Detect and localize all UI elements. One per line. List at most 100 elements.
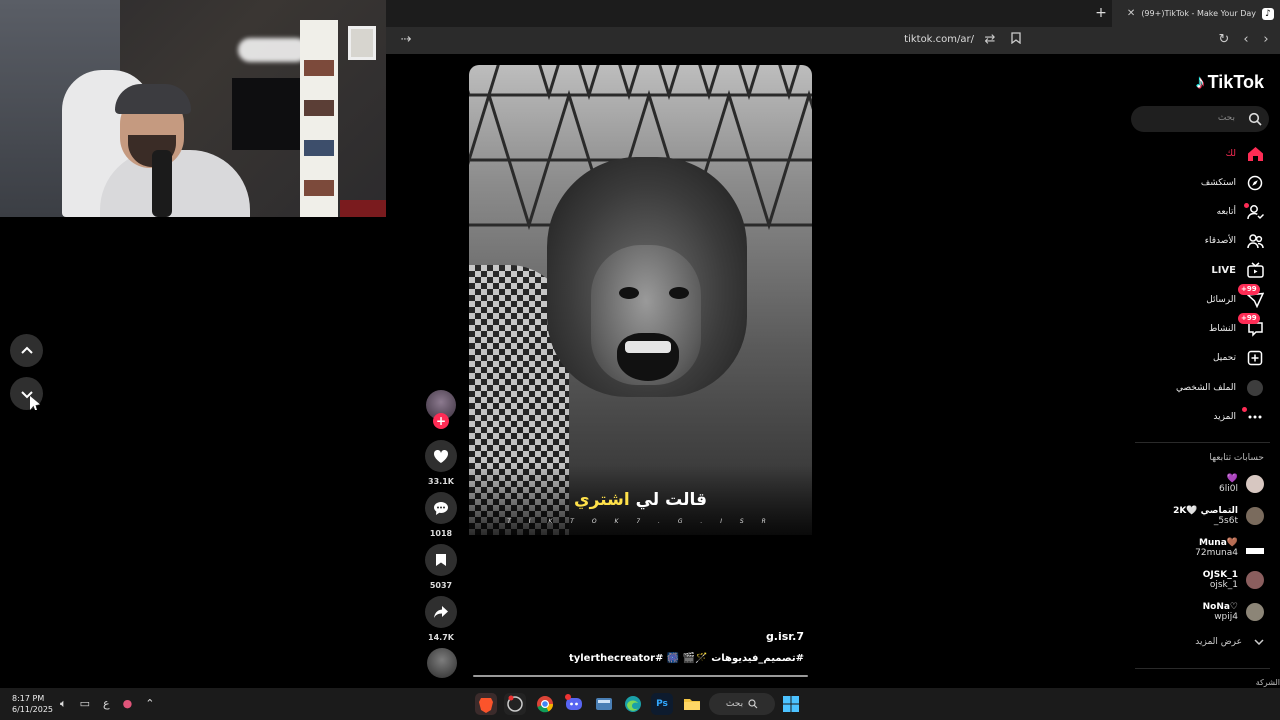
tiktok-favicon-icon: ♪ [1262,7,1274,20]
webcam-person-cap [115,84,191,114]
nav-upload[interactable]: تحميل [1213,348,1264,368]
search-input[interactable]: بحث [1131,106,1269,132]
display-icon[interactable]: ▭ [80,697,90,711]
system-clock[interactable]: 8:17 PM 6/11/2025 [12,693,53,715]
tray-overflow-chevron-up-icon[interactable]: ⌃ [145,697,154,711]
task-view-icon[interactable] [593,693,615,715]
reload-icon[interactable]: ↻ [1216,32,1232,48]
webcam-monitor [232,78,302,150]
follow-plus-icon[interactable]: + [433,413,449,429]
discord-app-icon[interactable] [563,693,585,715]
home-icon [1246,145,1264,163]
account-avatar [1246,548,1264,554]
messages-badge: +99 [1238,284,1260,295]
video-caption: قالت لي اشتري [469,490,812,510]
nav-friends[interactable]: الأصدقاء [1205,231,1264,251]
comment-button[interactable] [425,492,457,524]
like-count: 33.1K [428,477,454,486]
next-video-button[interactable] [10,377,43,410]
friends-icon [1246,232,1264,250]
share-count: 14.7K [428,633,454,642]
account-name: Muna🤎 [1198,538,1238,548]
nav-live[interactable]: LIVE [1211,260,1264,280]
volume-icon[interactable]: 🔈︎ [60,697,67,711]
chrome-app-icon[interactable] [534,693,556,715]
account-name: OJSK_1 [1202,570,1238,580]
followed-account[interactable]: 2K🤍 التماصي _5s6t [1173,506,1264,526]
forward-icon[interactable]: › [1258,32,1274,48]
microphone-icon[interactable]: ● [123,697,133,711]
search-icon[interactable] [1248,112,1262,126]
tiktok-note-icon: ♪ [1195,72,1205,92]
heart-icon [433,449,449,463]
windows-start-icon[interactable] [780,693,802,715]
video-author-username[interactable]: g.isr.7 [766,630,804,643]
file-explorer-icon[interactable] [681,693,703,715]
sidebar-divider [1135,442,1270,443]
nav-explore[interactable]: استكشف [1201,173,1264,193]
previous-video-button[interactable] [10,334,43,367]
edge-app-icon[interactable] [622,693,644,715]
account-name: 2K🤍 التماصي [1173,506,1238,516]
new-tab-button[interactable]: + [1092,4,1110,22]
company-link[interactable]: الشركة [1256,678,1280,687]
followed-account[interactable]: Muna🤎 72muna4 [1195,538,1264,558]
activity-icon: +99 [1238,313,1264,338]
sound-disc-avatar[interactable] [427,648,457,678]
compass-icon [1246,174,1264,192]
account-avatar [1246,603,1264,621]
account-name: 💜 [1226,474,1238,484]
more-icon [1242,407,1264,426]
webcam-overlay [0,0,386,217]
nav-profile[interactable]: الملف الشخصي [1176,378,1264,398]
video-watermark: T I K T O K 7 . G . I S R [507,518,774,525]
steam-app-icon[interactable] [504,693,526,715]
account-handle: 72muna4 [1195,548,1238,558]
account-avatar [1246,571,1264,589]
followed-account[interactable]: NoNa♡ wpij4 [1203,602,1264,622]
see-more-button[interactable]: عرض المزيد [1195,637,1264,647]
share-button[interactable] [425,596,457,628]
followed-account[interactable]: 💜 6li0l [1219,474,1264,494]
sidebar-divider [1135,668,1270,669]
nav-label: المزيد [1213,412,1236,422]
video-progress-bar[interactable] [473,675,808,677]
save-button[interactable] [425,544,457,576]
browser-tab-tiktok[interactable]: ✕ (99+)TikTok - Make Your Day ♪ [1112,0,1280,27]
nav-messages[interactable]: الرسائل +99 [1206,284,1264,310]
nav-more[interactable]: المزيد [1213,407,1264,427]
bookmark-icon [436,554,446,566]
nav-activity[interactable]: النشاط +99 [1209,313,1264,339]
back-icon[interactable]: ‹ [1238,32,1254,48]
nav-label: تحميل [1212,353,1236,363]
nav-label: الرسائل [1206,295,1236,305]
video-player[interactable]: قالت لي اشتري T I K T O K 7 . G . I S R … [469,65,812,680]
bookmark-icon[interactable] [1008,32,1024,48]
webcam-microphone [152,150,172,217]
video-description[interactable]: #تصميم_فيديوهات 🪄🎬 🎆 #tylerthecreator [569,653,804,664]
nav-following[interactable]: أتابعه [1217,202,1264,222]
tiktok-logo[interactable]: ♪ TikTok [1196,72,1264,93]
like-button[interactable] [425,440,457,472]
search-icon [748,699,758,709]
system-tray: 🔈︎ ▭ ع ● ⌃ [60,697,154,711]
video-caption-highlight: اشتري [574,490,630,510]
nav-label: أتابعه [1216,207,1236,217]
address-bar: ⇢ tiktok.com/ar/ ⇄ ↻ ‹ › [386,27,1280,54]
taskbar-search[interactable]: بحث [709,693,775,715]
account-handle: 6li0l [1219,484,1238,494]
following-icon [1244,203,1264,221]
photoshop-app-icon[interactable]: Ps [651,693,673,715]
browser-tab-strip: + ✕ (99+)TikTok - Make Your Day ♪ [386,0,1280,27]
video-bottom-fade [469,465,812,555]
nav-for-you[interactable]: لك [1226,144,1264,164]
site-settings-icon[interactable]: ⇄ [982,32,998,48]
followed-account[interactable]: OJSK_1 ojsk_1 [1203,570,1264,590]
tracking-shield-icon[interactable]: ⇢ [398,32,414,48]
brave-browser-icon[interactable] [475,693,497,715]
save-count: 5037 [429,581,453,590]
close-tab-icon[interactable]: ✕ [1127,8,1135,19]
activity-badge: +99 [1238,313,1260,324]
url-field[interactable]: tiktok.com/ar/ [904,34,974,45]
language-indicator[interactable]: ع [103,697,110,711]
